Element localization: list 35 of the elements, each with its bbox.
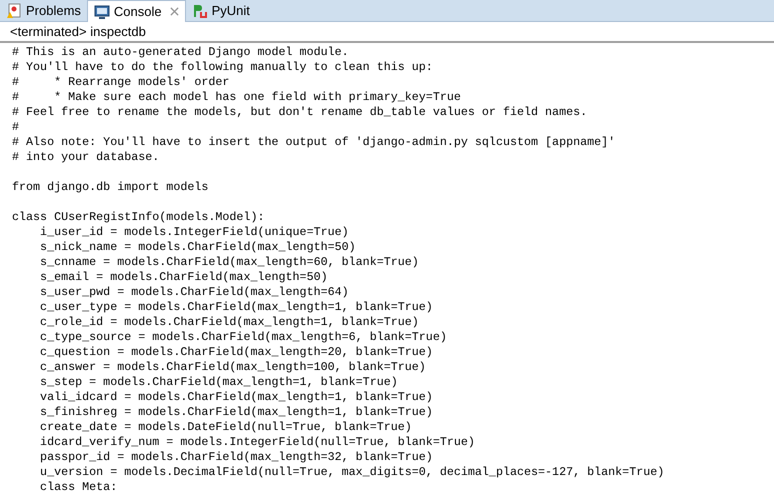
- code-line: # This is an auto-generated Django model module.: [12, 45, 349, 60]
- monitor-icon: [94, 4, 110, 20]
- code-line: s_step = models.CharField(max_length=1, blank=True): [39, 375, 398, 390]
- console-title: <terminated> inspectdb: [10, 22, 146, 41]
- tab[interactable]: Problems: [0, 0, 87, 21]
- code-line: vali_idcard = models.CharField(max_length=1, blank=True): [39, 390, 433, 405]
- code-line: # You'll have to do the following manually to clean this up:: [12, 60, 433, 75]
- close-icon[interactable]: [170, 7, 179, 16]
- code-line: c_user_type = models.CharField(max_length=1, blank=True): [39, 300, 433, 315]
- code-line: u_version = models.DecimalField(null=True, max_digits=0, decimal_places=-127, blank=True): [39, 465, 664, 480]
- code-line: class CUserRegistInfo(models.Model):: [12, 210, 264, 225]
- tab[interactable]: PyUnit: [186, 0, 256, 21]
- code-line: i_user_id = models.IntegerField(unique=True): [39, 225, 349, 240]
- code-line: s_finishreg = models.CharField(max_length=1, blank=True): [39, 405, 433, 420]
- code-line: c_answer = models.CharField(max_length=100, blank=True): [39, 360, 426, 375]
- code-line: c_question = models.CharField(max_length=20, blank=True): [39, 345, 433, 360]
- code-line: # into your database.: [12, 150, 160, 165]
- code-line: passpor_id = models.CharField(max_length=32, blank=True): [39, 450, 433, 465]
- warning-document-icon: [6, 2, 22, 18]
- code-line: s_cnname = models.CharField(max_length=60, blank=True): [39, 255, 419, 270]
- code-line: c_type_source = models.CharField(max_length=6, blank=True): [39, 330, 447, 345]
- code-line: # * Rearrange models' order: [12, 75, 230, 90]
- code-line: s_email = models.CharField(max_length=50): [39, 270, 328, 285]
- code-line: create_date = models.DateField(null=True, blank=True): [39, 420, 412, 435]
- code-line: s_user_pwd = models.CharField(max_length=64): [39, 285, 349, 300]
- code-line: class Meta:: [39, 480, 118, 495]
- code-line: # Also note: You'll have to insert the output of 'django-admin.py sqlcustom [appname]': [12, 135, 616, 150]
- code-line: s_nick_name = models.CharField(max_length=50): [39, 240, 356, 255]
- code-line: idcard_verify_num = models.IntegerField(null=True, blank=True): [39, 435, 475, 450]
- tab[interactable]: Console: [86, 0, 186, 22]
- code-line: #: [12, 120, 20, 135]
- code-line: # * Make sure each model has one field with primary_key=True: [12, 90, 461, 105]
- code-line: # Feel free to rename the models, but don't rename db_table values or field names.: [12, 105, 588, 120]
- code-line: c_role_id = models.CharField(max_length=1, blank=True): [39, 315, 419, 330]
- code-line: from django.db import models: [12, 180, 208, 195]
